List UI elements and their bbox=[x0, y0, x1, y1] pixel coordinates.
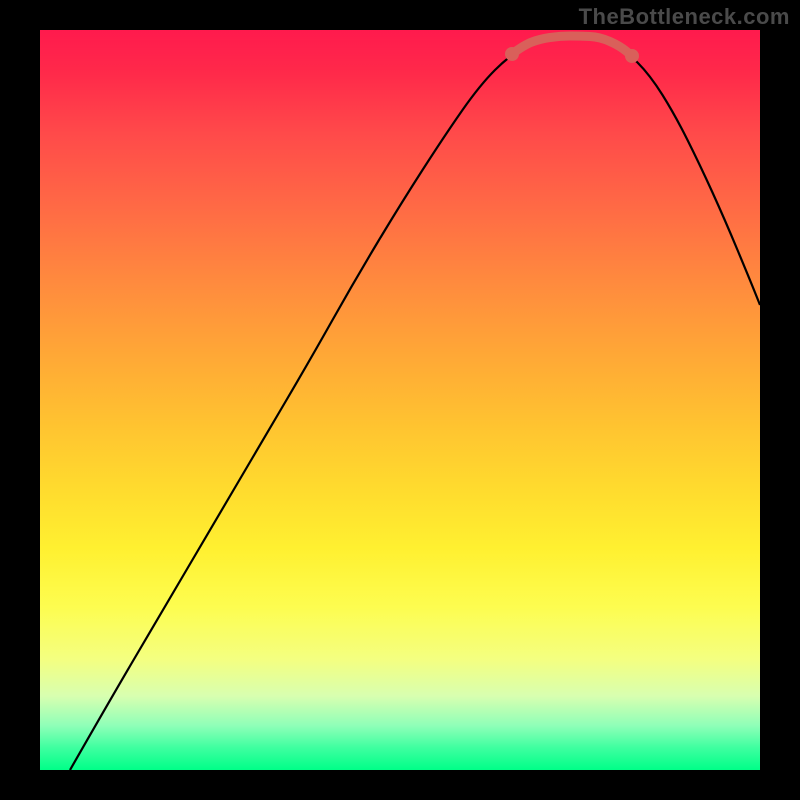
highlight-segment bbox=[512, 36, 632, 56]
chart-frame: TheBottleneck.com bbox=[0, 0, 800, 800]
watermark-text: TheBottleneck.com bbox=[579, 4, 790, 30]
chart-svg bbox=[40, 30, 760, 770]
highlight-dot-left bbox=[505, 47, 519, 61]
plot-area bbox=[40, 30, 760, 770]
highlight-dot-right bbox=[625, 49, 639, 63]
bottleneck-curve bbox=[70, 36, 760, 770]
